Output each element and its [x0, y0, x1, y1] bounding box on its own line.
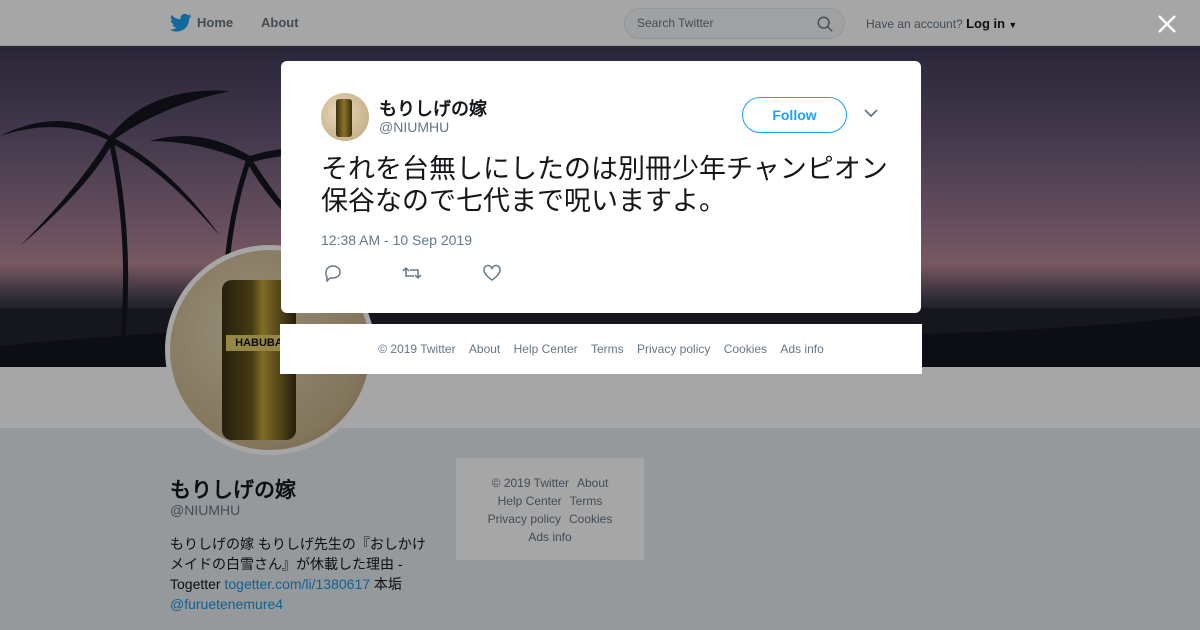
tweet-timestamp[interactable]: 12:38 AM - 10 Sep 2019	[321, 232, 472, 248]
can-image	[336, 99, 352, 137]
tweet-modal: もりしげの嫁 @NIUMHU Follow それを台無しにしたのは別冊少年チャン…	[281, 61, 921, 313]
chevron-down-icon[interactable]	[864, 108, 878, 118]
tweet-text: それを台無しにしたのは別冊少年チャンピオン保谷なので七代まで呪いますよ。	[321, 154, 888, 216]
tweet-author-handle[interactable]: @NIUMHU	[379, 119, 449, 135]
footer-cookies-link[interactable]: Cookies	[724, 342, 767, 356]
footer-ads-link[interactable]: Ads info	[780, 342, 823, 356]
footer-privacy-link[interactable]: Privacy policy	[637, 342, 710, 356]
retweet-icon[interactable]	[402, 264, 422, 282]
footer-copyright: © 2019 Twitter	[378, 342, 456, 356]
reply-icon[interactable]	[323, 264, 343, 282]
tweet-author-avatar[interactable]	[321, 93, 369, 141]
like-heart-icon[interactable]	[482, 264, 502, 282]
close-icon[interactable]	[1156, 13, 1178, 35]
tweet-author-name[interactable]: もりしげの嫁	[379, 95, 487, 121]
footer-help-link[interactable]: Help Center	[514, 342, 578, 356]
footer-about-link[interactable]: About	[469, 342, 500, 356]
follow-button[interactable]: Follow	[742, 97, 847, 133]
modal-footer: © 2019 Twitter About Help Center Terms P…	[280, 324, 922, 374]
footer-terms-link[interactable]: Terms	[591, 342, 624, 356]
